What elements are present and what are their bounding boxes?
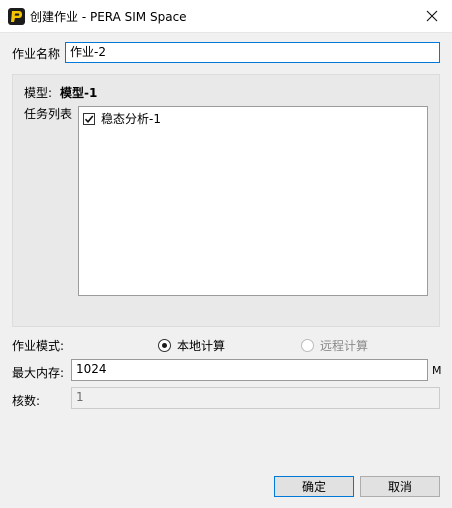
- task-list-label: 任务列表: [24, 107, 73, 121]
- task-list[interactable]: 稳态分析-1: [78, 106, 428, 296]
- model-group: 模型: 模型-1 任务列表 稳态分析-1: [12, 74, 440, 327]
- cancel-button[interactable]: 取消: [360, 476, 440, 497]
- memory-unit: M: [432, 364, 442, 377]
- mode-local-option[interactable]: 本地计算: [158, 337, 225, 354]
- mode-local-radio[interactable]: [158, 339, 171, 352]
- job-name-label: 作业名称: [12, 47, 61, 61]
- mode-remote-option[interactable]: 远程计算: [301, 337, 368, 354]
- model-value: 模型-1: [60, 86, 98, 100]
- max-memory-input[interactable]: 1024: [71, 359, 428, 381]
- job-mode-label: 作业模式:: [12, 339, 65, 353]
- model-label: 模型:: [24, 86, 53, 100]
- mode-remote-label: 远程计算: [320, 339, 369, 353]
- mode-local-label: 本地计算: [177, 339, 226, 353]
- task-item[interactable]: 稳态分析-1: [83, 110, 161, 127]
- window-title: 创建作业 - PERA SIM Space: [30, 10, 187, 24]
- dialog-body: 作业名称 作业-2 模型: 模型-1 任务列表 稳态分析-1 作业模式: 本地计…: [0, 33, 452, 508]
- task-item-label: 稳态分析-1: [101, 112, 161, 126]
- ok-button[interactable]: 确定: [274, 476, 354, 497]
- checkmark-icon: [84, 114, 94, 123]
- close-icon: [426, 10, 438, 22]
- close-button[interactable]: [412, 0, 452, 32]
- cores-input[interactable]: 1: [71, 387, 440, 409]
- job-name-input[interactable]: 作业-2: [65, 42, 440, 63]
- max-memory-label: 最大内存:: [12, 366, 65, 380]
- mode-remote-radio[interactable]: [301, 339, 314, 352]
- app-logo-icon: [8, 8, 25, 25]
- cores-label: 核数:: [12, 394, 41, 408]
- title-bar: 创建作业 - PERA SIM Space: [0, 0, 452, 33]
- task-checkbox[interactable]: [83, 112, 95, 125]
